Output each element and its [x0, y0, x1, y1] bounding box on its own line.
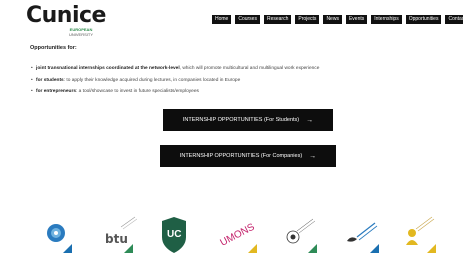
- button-label: INTERNSHIP OPPORTUNITIES (For Students): [182, 117, 300, 123]
- accent-triangle: [308, 244, 317, 253]
- bullet-bold: joint transnational internships coordina…: [36, 66, 180, 71]
- partner-logos: btu UC UMONS: [0, 205, 463, 260]
- logo-wordmark: Cunice: [26, 3, 106, 28]
- arrow-right-icon: →: [309, 152, 317, 160]
- accent-triangle: [427, 244, 436, 253]
- nav-courses[interactable]: Courses: [235, 15, 260, 24]
- button-label: INTERNSHIP OPPORTUNITIES (For Companies): [179, 153, 303, 159]
- nav-projects[interactable]: Projects: [295, 15, 320, 24]
- internships-companies-button[interactable]: INTERNSHIP OPPORTUNITIES (For Companies)…: [160, 145, 336, 167]
- bullet-text: : a tool/showcase to invest in future sp…: [75, 89, 199, 94]
- partner-logo-7[interactable]: [402, 215, 436, 255]
- nav-internships[interactable]: Internships: [371, 15, 402, 24]
- accent-triangle: [248, 244, 257, 253]
- bullet-text: : to apply their knowledge acquired duri…: [63, 77, 241, 83]
- bullet-text: , which will promote multicultural and m…: [179, 66, 320, 71]
- opportunities-list: joint transnational internships coordina…: [31, 66, 320, 101]
- list-item: for students: to apply their knowledge a…: [31, 77, 319, 84]
- nav-contact[interactable]: Contact: [445, 15, 463, 24]
- nav-opportunities[interactable]: Opportunities: [405, 15, 442, 24]
- partner-logo-6[interactable]: [343, 215, 379, 255]
- nav-research[interactable]: Research: [263, 15, 292, 24]
- partner-logo-uc[interactable]: UC: [158, 215, 188, 255]
- arrow-right-icon: →: [306, 116, 314, 124]
- nav-events[interactable]: Events: [345, 15, 368, 24]
- list-item: joint transnational internships coordina…: [31, 66, 320, 72]
- accent-triangle: [63, 244, 72, 253]
- main-nav: Home Courses Research Projects News Even…: [212, 15, 463, 24]
- svg-text:UC: UC: [167, 229, 181, 240]
- nav-news[interactable]: News: [323, 15, 342, 24]
- partner-logo-cassino[interactable]: [281, 215, 317, 255]
- accent-triangle: [370, 244, 379, 253]
- nav-home[interactable]: Home: [212, 15, 232, 24]
- bullet-bold: for entrepreneurs: [36, 89, 76, 94]
- partner-logo-1[interactable]: [42, 215, 72, 255]
- logo-sub-line-2: University: [68, 31, 93, 37]
- cunice-logo[interactable]: Cunice European University: [26, 4, 116, 40]
- logo-subtitle: European University: [66, 27, 96, 37]
- list-item: for entrepreneurs: a tool/showcase to in…: [31, 89, 319, 95]
- section-title: Opportunities for:: [30, 45, 77, 51]
- uc-shield-icon: UC: [162, 217, 186, 253]
- partner-logo-umons[interactable]: UMONS: [217, 215, 257, 255]
- accent-triangle: [124, 244, 133, 253]
- partner-logo-btu[interactable]: btu: [103, 215, 138, 255]
- internships-students-button[interactable]: INTERNSHIP OPPORTUNITIES (For Students) …: [163, 109, 333, 131]
- bullet-bold: for students: [36, 77, 64, 83]
